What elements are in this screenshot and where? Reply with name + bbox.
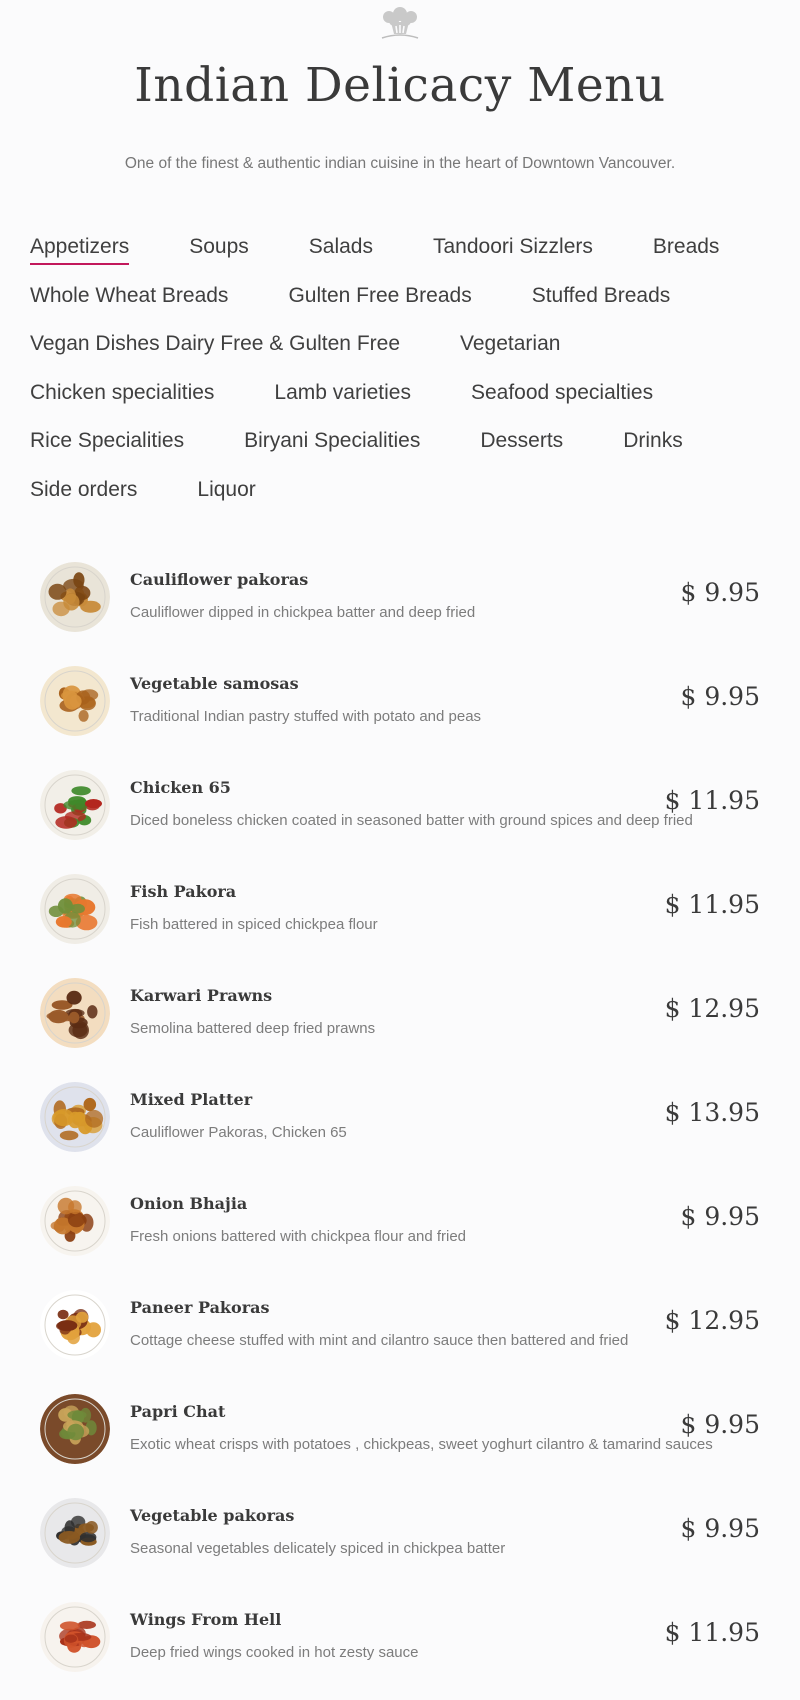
karwari-prawns-photo [40, 978, 110, 1048]
category-tab[interactable]: Gulten Free Breads [288, 281, 471, 311]
menu-item-description: Diced boneless chicken coated in seasone… [130, 812, 693, 829]
fish-pakora-photo [40, 874, 110, 944]
menu-item-name: Karwari Prawns [130, 986, 273, 1005]
menu-item: Fish Pakora Fish battered in spiced chick… [0, 868, 800, 972]
menu-item-description: Fish battered in spiced chickpea flour [130, 916, 378, 933]
menu-item-name: Paneer Pakoras [130, 1298, 270, 1317]
menu-item: Chicken 65 Diced boneless chicken coated … [0, 764, 800, 868]
vegetable-pakoras-photo [40, 1498, 110, 1568]
category-tab[interactable]: Salads [309, 232, 373, 262]
category-tab[interactable]: Vegetarian [460, 329, 560, 359]
category-tab[interactable]: Side orders [30, 475, 137, 505]
menu-item-description: Cottage cheese stuffed with mint and cil… [130, 1332, 629, 1349]
menu-item-name: Wings From Hell [130, 1610, 282, 1629]
category-nav-row: Appetizers Soups Salads Tandoori Sizzlers Br… [30, 232, 790, 281]
menu-item: Papri Chat Exotic wheat crisps with potat… [0, 1388, 800, 1492]
papri-chat-photo [40, 1394, 110, 1464]
menu-item-name: Mixed Platter [130, 1090, 253, 1109]
menu-item-price: $ 9.95 [680, 1202, 760, 1231]
menu-item-price: $ 11.95 [664, 1618, 760, 1647]
menu-item: Vegetable pakoras Seasonal vegetables del… [0, 1492, 800, 1596]
category-tab[interactable]: Chicken specialities [30, 378, 214, 408]
menu-item-price: $ 9.95 [680, 1514, 760, 1543]
menu-item: Vegetable samosas Traditional Indian past… [0, 660, 800, 764]
category-tab[interactable]: Seafood specialties [471, 378, 653, 408]
category-tab[interactable]: Biryani Specialities [244, 426, 420, 456]
category-nav-row: Side orders Liquor [30, 475, 790, 524]
paneer-pakoras-photo [40, 1290, 110, 1360]
category-tab[interactable]: Drinks [623, 426, 683, 456]
category-tab[interactable]: Vegan Dishes Dairy Free & Gulten Free [30, 329, 400, 359]
menu-item: Wings From Hell Deep fried wings cooked i… [0, 1596, 800, 1700]
category-tab[interactable]: Stuffed Breads [532, 281, 671, 311]
category-tab[interactable]: Desserts [480, 426, 563, 456]
menu-item: Mixed Platter Cauliflower Pakoras, Chicke… [0, 1076, 800, 1180]
category-tab[interactable]: Breads [653, 232, 720, 262]
category-tab[interactable]: Rice Specialities [30, 426, 184, 456]
page-title: Indian Delicacy Menu [134, 58, 666, 113]
menu-item-price: $ 13.95 [664, 1098, 760, 1127]
menu-item-name: Fish Pakora [130, 882, 237, 901]
mixed-platter-photo [40, 1082, 110, 1152]
menu-item-description: Fresh onions battered with chickpea flou… [130, 1228, 467, 1245]
menu-item: Onion Bhajia Fresh onions battered with c… [0, 1180, 800, 1284]
menu-item-price: $ 11.95 [664, 890, 760, 919]
category-tab[interactable]: Tandoori Sizzlers [433, 232, 593, 262]
menu-item-description: Cauliflower Pakoras, Chicken 65 [130, 1124, 347, 1141]
menu-item-price: $ 9.95 [680, 1410, 760, 1439]
category-nav-row: Rice Specialities Biryani Specialities Des… [30, 426, 790, 475]
menu-item-name: Papri Chat [130, 1402, 226, 1421]
hot-wings-photo [40, 1602, 110, 1672]
menu-item-price: $ 12.95 [664, 1306, 760, 1335]
category-tab[interactable]: Appetizers [30, 232, 130, 265]
cauliflower-pakoras-photo [40, 562, 110, 632]
menu-item-description: Semolina battered deep fried prawns [130, 1020, 376, 1037]
menu-item-description: Exotic wheat crisps with potatoes , chic… [130, 1436, 713, 1453]
menu-item-price: $ 11.95 [664, 786, 760, 815]
page-subtitle: One of the finest & authentic indian cui… [124, 155, 676, 172]
menu-page: Indian Delicacy Menu One of the finest &… [0, 0, 800, 1672]
menu-item-name: Vegetable pakoras [130, 1506, 295, 1525]
chef-hat-logo-icon [376, 6, 424, 40]
menu-item-price: $ 12.95 [664, 994, 760, 1023]
onion-bhajia-photo [40, 1186, 110, 1256]
menu-item: Cauliflower pakoras Cauliflower dipped in… [0, 556, 800, 660]
menu-item: Paneer Pakoras Cottage cheese stuffed wit… [0, 1284, 800, 1388]
category-tab[interactable]: Whole Wheat Breads [30, 281, 228, 311]
category-nav-row: Whole Wheat Breads Gulten Free Breads Stuf… [30, 281, 790, 330]
menu-item-description: Traditional Indian pastry stuffed with p… [130, 708, 482, 725]
menu-item-name: Vegetable samosas [130, 674, 299, 693]
menu-item-price: $ 9.95 [680, 578, 760, 607]
category-nav: Appetizers Soups Salads Tandoori Sizzlers Br… [30, 232, 790, 523]
chicken-65-photo [40, 770, 110, 840]
category-nav-row: Vegan Dishes Dairy Free & Gulten Free Veg… [30, 329, 790, 378]
samosa-photo [40, 666, 110, 736]
category-tab[interactable]: Lamb varieties [274, 378, 411, 408]
menu-item-description: Seasonal vegetables delicately spiced in… [130, 1540, 506, 1557]
category-tab[interactable]: Liquor [197, 475, 255, 505]
menu-item-description: Deep fried wings cooked in hot zesty sau… [130, 1644, 419, 1661]
menu-item-description: Cauliflower dipped in chickpea batter an… [130, 604, 476, 621]
menu-item-name: Chicken 65 [130, 778, 231, 797]
menu-item: Karwari Prawns Semolina battered deep fri… [0, 972, 800, 1076]
menu-list: Cauliflower pakoras Cauliflower dipped in… [0, 556, 800, 1700]
menu-item-name: Onion Bhajia [130, 1194, 248, 1213]
category-tab[interactable]: Soups [189, 232, 249, 262]
category-nav-row: Chicken specialities Lamb varieties Seafoo… [30, 378, 790, 427]
menu-item-name: Cauliflower pakoras [130, 570, 309, 589]
menu-item-price: $ 9.95 [680, 682, 760, 711]
